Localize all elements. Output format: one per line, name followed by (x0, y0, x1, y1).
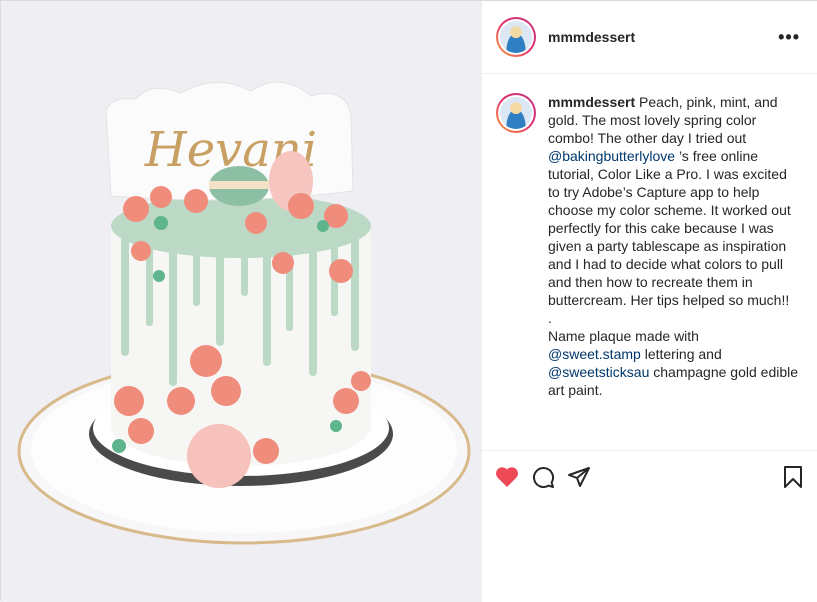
share-icon (568, 466, 590, 487)
save-button[interactable] (780, 464, 806, 490)
instagram-post: Hevani mmmdessert ••• mmmdessert Peach, … (0, 0, 817, 602)
caption-username[interactable]: mmmdessert (548, 94, 635, 110)
like-button[interactable] (494, 464, 520, 490)
bookmark-icon (784, 465, 802, 488)
caption-line: Name plaque made with (548, 328, 699, 344)
comment-button[interactable] (530, 464, 556, 490)
caption-text: mmmdessert Peach, pink, mint, and gold. … (548, 93, 802, 399)
caption-line: ’s free online tutorial, Color Like a Pr… (548, 148, 791, 308)
avatar-image (500, 21, 532, 53)
mention-link[interactable]: @bakingbutterlylove (548, 148, 675, 164)
author-avatar[interactable] (496, 17, 536, 57)
avatar-ring (498, 19, 534, 55)
comments-area[interactable]: mmmdessert Peach, pink, mint, and gold. … (482, 75, 817, 450)
author-username[interactable]: mmmdessert (548, 29, 774, 45)
mention-link[interactable]: @sweet.stamp (548, 346, 641, 362)
action-bar (482, 450, 817, 502)
avatar-image (500, 97, 532, 129)
caption-avatar[interactable] (496, 93, 536, 133)
post-side-panel: mmmdessert ••• mmmdessert Peach, pink, m… (481, 1, 817, 602)
more-icon[interactable]: ••• (774, 23, 804, 52)
caption-row: mmmdessert Peach, pink, mint, and gold. … (496, 93, 802, 399)
share-button[interactable] (566, 464, 592, 490)
mention-link[interactable]: @sweetsticksau (548, 364, 649, 380)
post-header: mmmdessert ••• (482, 1, 817, 74)
heart-icon (496, 466, 518, 487)
caption-line: lettering and (640, 346, 722, 362)
comment-icon (533, 466, 555, 488)
post-image[interactable]: Hevani (1, 1, 481, 602)
caption-dot: . (548, 310, 552, 326)
avatar-ring (498, 95, 534, 131)
cake-photo: Hevani (1, 1, 481, 602)
